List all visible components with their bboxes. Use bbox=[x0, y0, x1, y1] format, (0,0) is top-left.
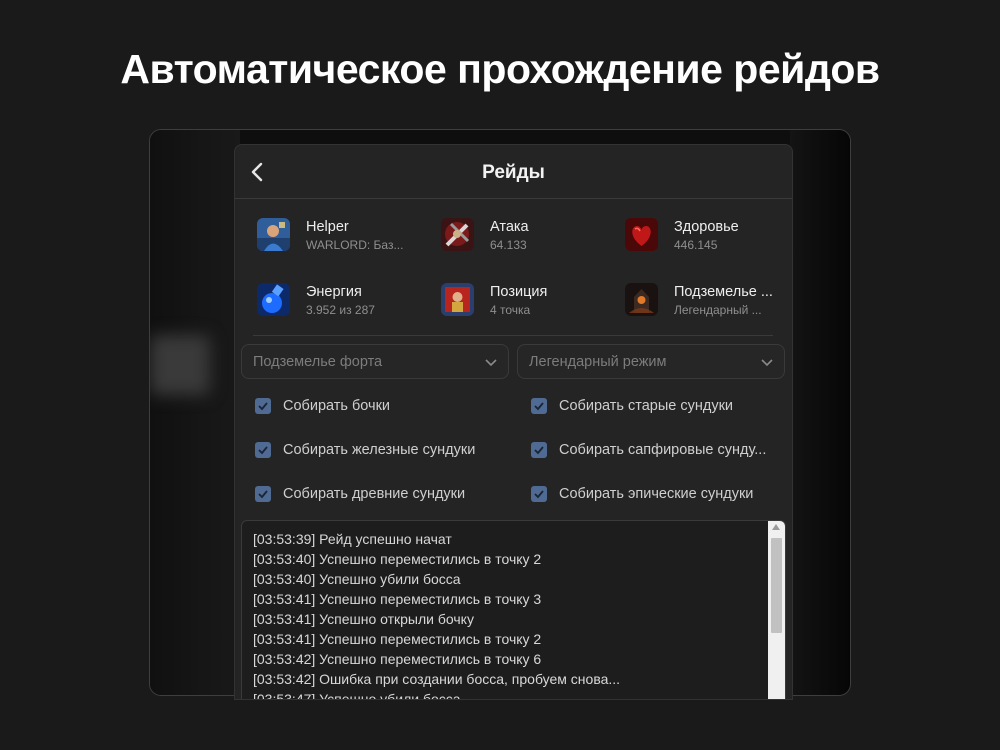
energy-potion-icon bbox=[257, 283, 290, 316]
checkmark-icon bbox=[534, 490, 544, 499]
checkbox-checked[interactable] bbox=[255, 398, 271, 414]
dungeon-icon bbox=[625, 283, 658, 316]
stat-value: 3.952 из 287 bbox=[306, 303, 375, 317]
position-icon bbox=[441, 283, 474, 316]
checkbox-epic-chests[interactable]: Собирать эпические сундуки bbox=[531, 486, 781, 506]
raids-window: Рейды Helper WARLORD: Баз... Атака 64.13… bbox=[234, 144, 793, 700]
checkbox-ancient-chests[interactable]: Собирать древние сундуки bbox=[255, 486, 495, 506]
mode-select-value: Легендарный режим bbox=[529, 354, 667, 370]
checkbox-checked[interactable] bbox=[531, 442, 547, 458]
stat-value: Легендарный ... bbox=[674, 303, 762, 317]
stat-name: Атака bbox=[490, 219, 529, 235]
log-lines: [03:53:39] Рейд успешно начат [03:53:40]… bbox=[253, 529, 621, 700]
stat-energy: Энергия 3.952 из 287 bbox=[257, 282, 427, 322]
checkbox-label: Собирать бочки bbox=[283, 398, 391, 414]
stat-dungeon: Подземелье ... Легендарный ... bbox=[625, 282, 792, 322]
log-line: [03:53:41] Успешно открыли бочку bbox=[253, 611, 474, 627]
log-line: [03:53:40] Успешно переместились в точку… bbox=[253, 551, 542, 567]
blurred-background-right bbox=[790, 130, 850, 695]
checkbox-checked[interactable] bbox=[255, 442, 271, 458]
checkmark-icon bbox=[258, 402, 268, 411]
checkbox-label: Собирать древние сундуки bbox=[283, 486, 466, 502]
blurred-background-element bbox=[150, 335, 210, 395]
log-line: [03:53:41] Успешно переместились в точку… bbox=[253, 591, 542, 607]
stat-value: 64.133 bbox=[490, 238, 527, 252]
log-scrollbar[interactable] bbox=[768, 521, 785, 699]
log-line: [03:53:39] Рейд успешно начат bbox=[253, 531, 452, 547]
log-line: [03:53:42] Ошибка при создании босса, пр… bbox=[253, 671, 621, 687]
log-line: [03:53:40] Успешно убили босса bbox=[253, 571, 461, 587]
stat-value: 4 точка bbox=[490, 303, 531, 317]
checkmark-icon bbox=[258, 446, 268, 455]
stat-name: Энергия bbox=[306, 284, 362, 300]
stat-name: Helper bbox=[306, 219, 349, 235]
log-panel[interactable]: [03:53:39] Рейд успешно начат [03:53:40]… bbox=[241, 520, 786, 700]
checkbox-iron-chests[interactable]: Собирать железные сундуки bbox=[255, 442, 495, 462]
stat-attack: Атака 64.133 bbox=[441, 217, 611, 257]
chevron-down-icon bbox=[485, 359, 497, 367]
stat-health: Здоровье 446.145 bbox=[625, 217, 792, 257]
window-titlebar: Рейды bbox=[235, 145, 792, 199]
checkmark-icon bbox=[258, 490, 268, 499]
scroll-thumb[interactable] bbox=[771, 538, 782, 633]
stat-name: Позиция bbox=[490, 284, 548, 300]
log-line: [03:53:47] Успешно убили босса bbox=[253, 691, 461, 700]
log-line: [03:53:42] Успешно переместились в точку… bbox=[253, 651, 542, 667]
stat-value: WARLORD: Баз... bbox=[306, 238, 404, 252]
attack-icon bbox=[441, 218, 474, 251]
stat-name: Подземелье ... bbox=[674, 284, 773, 300]
stat-position: Позиция 4 точка bbox=[441, 282, 611, 322]
checkmark-icon bbox=[534, 446, 544, 455]
window-title: Рейды bbox=[482, 162, 545, 183]
health-icon bbox=[625, 218, 658, 251]
checkbox-label: Собирать сапфировые сунду... bbox=[559, 442, 767, 458]
chevron-down-icon bbox=[761, 359, 773, 367]
dungeon-select[interactable]: Подземелье форта bbox=[241, 344, 509, 379]
checkbox-barrels[interactable]: Собирать бочки bbox=[255, 398, 495, 418]
dungeon-select-value: Подземелье форта bbox=[253, 354, 383, 370]
blurred-background-left bbox=[150, 130, 240, 695]
checkbox-checked[interactable] bbox=[531, 398, 547, 414]
divider bbox=[253, 335, 773, 336]
checkbox-old-chests[interactable]: Собирать старые сундуки bbox=[531, 398, 781, 418]
checkmark-icon bbox=[534, 402, 544, 411]
checkbox-checked[interactable] bbox=[255, 486, 271, 502]
stat-value: 446.145 bbox=[674, 238, 718, 252]
page-headline: Автоматическое прохождение рейдов bbox=[120, 46, 880, 92]
stat-name: Здоровье bbox=[674, 219, 739, 235]
log-line: [03:53:41] Успешно переместились в точку… bbox=[253, 631, 542, 647]
checkbox-sapphire-chests[interactable]: Собирать сапфировые сунду... bbox=[531, 442, 781, 462]
helper-avatar-icon bbox=[257, 218, 290, 251]
checkbox-label: Собирать железные сундуки bbox=[283, 442, 476, 458]
checkbox-label: Собирать эпические сундуки bbox=[559, 486, 754, 502]
scroll-up-arrow-icon[interactable] bbox=[772, 524, 780, 530]
stat-helper: Helper WARLORD: Баз... bbox=[257, 217, 427, 257]
checkbox-label: Собирать старые сундуки bbox=[559, 398, 734, 414]
mode-select[interactable]: Легендарный режим bbox=[517, 344, 785, 379]
checkbox-checked[interactable] bbox=[531, 486, 547, 502]
